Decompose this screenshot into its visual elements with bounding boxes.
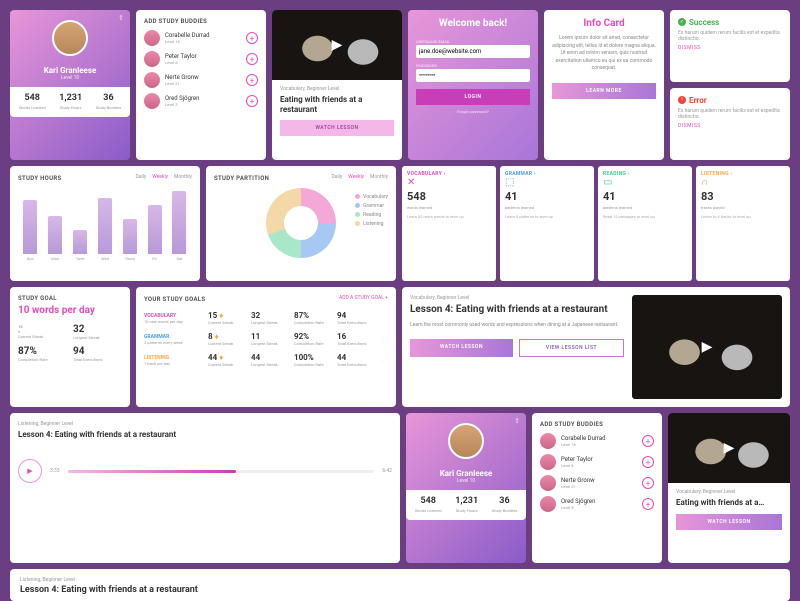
add-buddy-button[interactable]: + [246, 95, 258, 107]
watch-lesson-button[interactable]: WATCH LESSON [410, 339, 513, 357]
play-button[interactable]: ▶ [18, 459, 42, 483]
goal-row: LISTENING1 track per day 44 ♦Current Str… [144, 353, 388, 368]
profile-name: Kari Granleese [16, 66, 124, 75]
add-buddy-button[interactable]: + [246, 32, 258, 44]
metric-listening[interactable]: LISTENING ›∩83tracks playedListen to 4 t… [696, 166, 790, 281]
view-list-button[interactable]: VIEW LESSON LIST [519, 339, 624, 357]
bar [23, 200, 37, 254]
buddy-row: Peter TaylorLevel 8 + [144, 51, 258, 67]
metric-reading[interactable]: READING ›▭41patterns learnedRead 12 pass… [598, 166, 692, 281]
buddies-title: ADD STUDY BUDDIES [144, 18, 258, 25]
info-card: Info Card Lorem ipsum dolor sit amet, co… [544, 10, 664, 160]
lesson-image: ▶ [272, 10, 402, 80]
more-icon[interactable]: ⋮ [380, 358, 388, 364]
study-goal-card: STUDY GOAL 10 words per day 15 ♦Current … [10, 287, 130, 407]
goals-card: YOUR STUDY GOALS ADD A STUDY GOAL + VOCA… [136, 287, 396, 407]
add-goal-button[interactable]: ADD A STUDY GOAL + [339, 295, 388, 301]
study-hours-card: STUDY HOURS Daily Weekly Monthly SunMonT… [10, 166, 200, 281]
metrics: VOCABULARY ›✕548words learnedLearn 32 mo… [402, 166, 790, 281]
buddy-row: Ored SjögrenLevel 5 + [540, 496, 654, 512]
bar [148, 205, 162, 254]
add-buddy-button[interactable]: + [246, 53, 258, 65]
buddies-card: ADD STUDY BUDDIES Corabelle DurradLevel … [136, 10, 266, 160]
buddy-row: Peter TaylorLevel 8 + [540, 454, 654, 470]
bar [123, 219, 137, 254]
more-icon[interactable]: ⋮ [380, 316, 388, 322]
add-buddy-button[interactable]: + [246, 74, 258, 86]
avatar [52, 20, 88, 56]
dismiss-button[interactable]: DISMISS [678, 123, 782, 129]
watch-lesson-button[interactable]: WATCH LESSON [280, 120, 394, 136]
success-notif: ✓Success Es harum quidem rerum facilis e… [670, 10, 790, 82]
play-icon[interactable]: ▶ [702, 339, 713, 355]
profile-card: ⇪ Kari Granleese Level 10 548Words Learn… [406, 413, 526, 563]
bar [98, 198, 112, 254]
share-icon[interactable]: ⇪ [116, 14, 126, 24]
avatar [144, 51, 160, 67]
dismiss-button[interactable]: DISMISS [678, 45, 782, 51]
bar [73, 230, 87, 255]
tabs: Daily Weekly Monthly [135, 174, 192, 180]
avatar [540, 475, 556, 491]
email-field[interactable] [416, 45, 530, 58]
profile-stats: 548Words Learned 1,231Study Hours 36Stud… [10, 87, 130, 117]
goal-row: VOCABULARY10 new words per day 15 ♦Curre… [144, 311, 388, 326]
avatar [540, 496, 556, 512]
goal-row: GRAMMAR2 patterns every week 8 ♦Current … [144, 332, 388, 347]
profile-level: Level 10 [16, 75, 124, 81]
lesson-card-wide: Vocabulary, Beginner Level Lesson 4: Eat… [402, 287, 790, 407]
bar-chart: SunMonTuesWedThursFriSat [18, 186, 192, 261]
partition-card: STUDY PARTITION Daily Weekly Monthly Voc… [206, 166, 396, 281]
lesson-image: ▶ [632, 295, 782, 399]
tab-weekly[interactable]: Weekly [152, 174, 168, 180]
lesson-bar: Listening, Beginner Level Lesson 4: Eati… [10, 569, 790, 601]
buddy-row: Ored SjögrenLevel 5 + [144, 93, 258, 109]
avatar [144, 30, 160, 46]
more-icon[interactable]: ⋮ [380, 337, 388, 343]
login-card: Welcome back! USERNAME/EMAIL PASSWORD LO… [408, 10, 538, 160]
add-buddy-button[interactable]: + [642, 456, 654, 468]
legend: Vocabulary Grammar Reading Listening [355, 194, 388, 230]
lesson-card: ▶ Vocabulary, Beginner Level Eating with… [668, 413, 790, 563]
avatar [448, 423, 484, 459]
watch-lesson-button[interactable]: WATCH LESSON [676, 514, 782, 530]
tab-monthly[interactable]: Monthly [174, 174, 192, 180]
check-icon: ✓ [678, 18, 686, 26]
donut-chart [266, 188, 336, 258]
error-notif: !Error Es harum quidem rerum facilis est… [670, 88, 790, 160]
avatar [540, 454, 556, 470]
add-buddy-button[interactable]: + [642, 498, 654, 510]
forgot-password-link[interactable]: Forgot password? [416, 109, 530, 114]
learn-more-button[interactable]: LEARN MORE [552, 83, 656, 99]
lesson-image: ▶ [668, 413, 790, 483]
buddies-card: ADD STUDY BUDDIES Corabelle DurradLevel … [532, 413, 662, 563]
add-buddy-button[interactable]: + [642, 435, 654, 447]
bar [172, 191, 186, 254]
progress-bar[interactable] [68, 470, 375, 473]
bar [48, 216, 62, 255]
login-button[interactable]: LOGIN [416, 89, 530, 105]
warning-icon: ! [678, 96, 686, 104]
buddy-row: Nerte GronwLevel 21 + [144, 72, 258, 88]
share-icon[interactable]: ⇪ [512, 417, 522, 427]
add-buddy-button[interactable]: + [642, 477, 654, 489]
audio-player-card: Listening, Beginner Level Lesson 4: Eati… [10, 413, 400, 563]
avatar [144, 72, 160, 88]
tab-daily[interactable]: Daily [135, 174, 146, 180]
lesson-card: ▶ Vocabulary, Beginner Level Eating with… [272, 10, 402, 160]
avatar [144, 93, 160, 109]
play-icon[interactable]: ▶ [332, 37, 343, 53]
password-field[interactable] [416, 69, 530, 82]
buddy-row: Corabelle DurradLevel 16 + [540, 433, 654, 449]
avatar [540, 433, 556, 449]
play-icon[interactable]: ▶ [724, 440, 735, 456]
buddy-row: Nerte GronwLevel 21 + [540, 475, 654, 491]
metric-vocab[interactable]: VOCABULARY ›✕548words learnedLearn 32 mo… [402, 166, 496, 281]
buddy-row: Corabelle DurradLevel 16 + [144, 30, 258, 46]
metric-grammar[interactable]: GRAMMAR ›⬚41patterns learnedLearn 8 patt… [500, 166, 594, 281]
profile-card: ⇪ Kari Granleese Level 10 548Words Learn… [10, 10, 130, 160]
